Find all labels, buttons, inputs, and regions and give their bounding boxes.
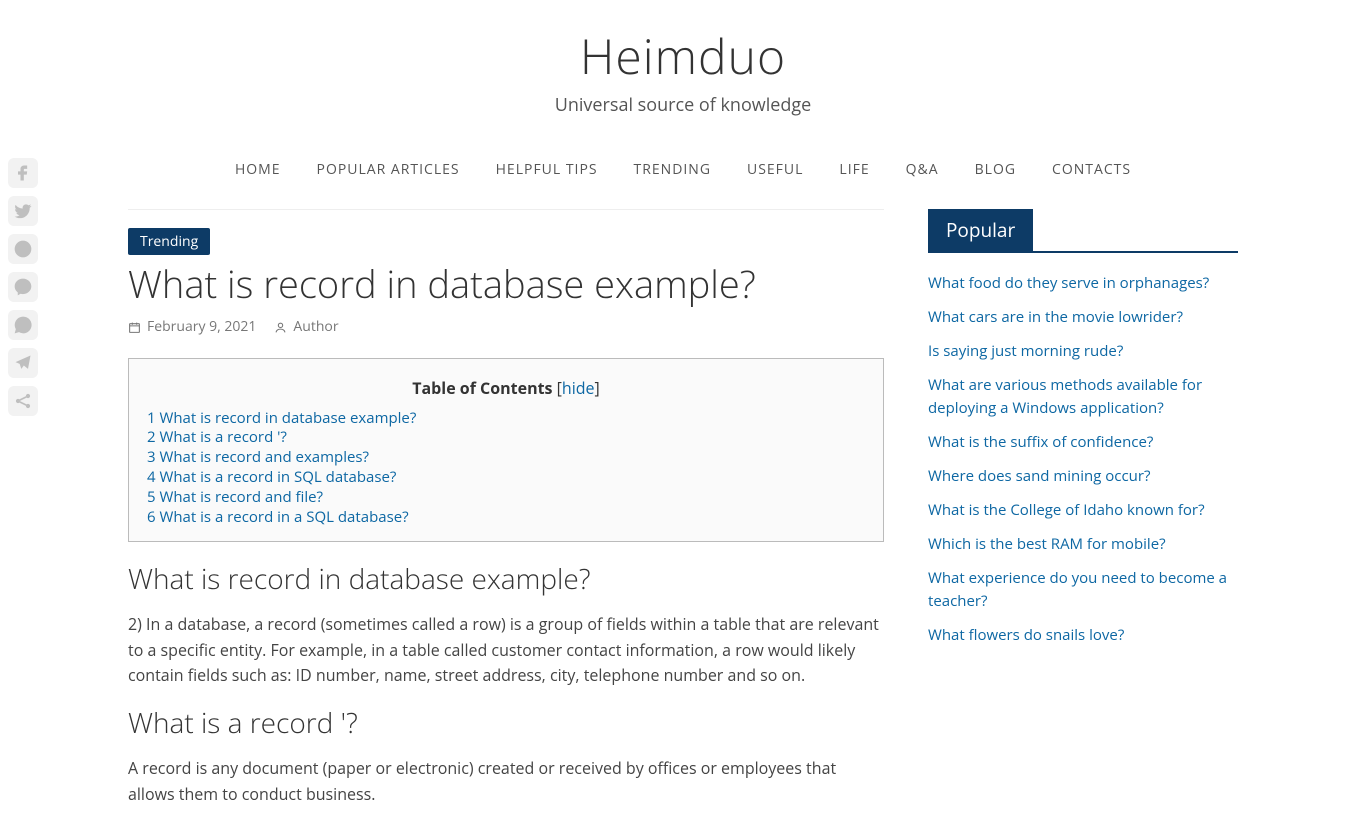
- nav-item[interactable]: BLOG: [975, 160, 1016, 179]
- popular-link[interactable]: What are various methods available for d…: [928, 375, 1202, 418]
- site-title[interactable]: Heimduo: [128, 24, 1238, 89]
- main-nav: HOME POPULAR ARTICLES HELPFUL TIPS TRENDING…: [128, 129, 1238, 209]
- popular-widget-title: Popular: [928, 209, 1033, 251]
- nav-item[interactable]: Q&A: [906, 160, 939, 179]
- article-meta: February 9, 2021 Author: [128, 317, 884, 336]
- messenger-icon[interactable]: [8, 272, 38, 302]
- list-item: What flowers do snails love?: [928, 623, 1238, 646]
- list-item: What experience do you need to become a …: [928, 566, 1238, 612]
- toc-item[interactable]: 1 What is record in database example?: [147, 409, 865, 429]
- facebook-icon[interactable]: [8, 158, 38, 188]
- toc-item[interactable]: 4 What is a record in SQL database?: [147, 468, 865, 488]
- section-heading: What is a record '?: [128, 704, 884, 742]
- nav-item[interactable]: TRENDING: [634, 160, 711, 179]
- toc-label: Table of Contents: [412, 377, 552, 399]
- nav-item[interactable]: USEFUL: [747, 160, 803, 179]
- site-tagline: Universal source of knowledge: [128, 93, 1238, 117]
- share-icon[interactable]: [8, 386, 38, 416]
- whatsapp-icon[interactable]: [8, 310, 38, 340]
- calendar-icon: [128, 320, 141, 333]
- list-item: What cars are in the movie lowrider?: [928, 305, 1238, 328]
- toc-bracket: ]: [595, 377, 600, 399]
- nav-item[interactable]: HELPFUL TIPS: [496, 160, 598, 179]
- nav-item[interactable]: CONTACTS: [1052, 160, 1131, 179]
- popular-link[interactable]: What experience do you need to become a …: [928, 568, 1227, 611]
- toc-item[interactable]: 2 What is a record '?: [147, 428, 865, 448]
- list-item: What food do they serve in orphanages?: [928, 271, 1238, 294]
- toc-item[interactable]: 3 What is record and examples?: [147, 448, 865, 468]
- article-content: Trending What is record in database exam…: [128, 209, 884, 819]
- section-heading: What is record in database example?: [128, 560, 884, 598]
- table-of-contents: Table of Contents [hide] 1 What is recor…: [128, 358, 884, 543]
- popular-link[interactable]: What is the suffix of confidence?: [928, 432, 1153, 452]
- list-item: What is the College of Idaho known for?: [928, 498, 1238, 521]
- list-item: What are various methods available for d…: [928, 373, 1238, 419]
- toc-item[interactable]: 6 What is a record in a SQL database?: [147, 508, 865, 528]
- nav-item[interactable]: HOME: [235, 160, 281, 179]
- widget-title-wrap: Popular: [928, 209, 1238, 253]
- popular-link[interactable]: What cars are in the movie lowrider?: [928, 307, 1183, 327]
- toc-header: Table of Contents [hide]: [147, 377, 865, 399]
- popular-link[interactable]: What is the College of Idaho known for?: [928, 500, 1205, 520]
- sidebar: Popular What food do they serve in orpha…: [928, 209, 1238, 657]
- meta-author[interactable]: Author: [274, 317, 338, 336]
- list-item: What is the suffix of confidence?: [928, 430, 1238, 453]
- twitter-icon[interactable]: [8, 196, 38, 226]
- toc-item[interactable]: 5 What is record and file?: [147, 488, 865, 508]
- section-body: 2) In a database, a record (sometimes ca…: [128, 612, 884, 688]
- popular-link[interactable]: Which is the best RAM for mobile?: [928, 534, 1166, 554]
- meta-date[interactable]: February 9, 2021: [128, 317, 256, 336]
- list-item: Where does sand mining occur?: [928, 464, 1238, 487]
- author-text: Author: [293, 317, 338, 336]
- popular-link[interactable]: Where does sand mining occur?: [928, 466, 1150, 486]
- reddit-icon[interactable]: [8, 234, 38, 264]
- user-icon: [274, 320, 287, 333]
- list-item: Is saying just morning rude?: [928, 339, 1238, 362]
- toc-hide-link[interactable]: hide: [562, 377, 595, 399]
- nav-item[interactable]: LIFE: [839, 160, 869, 179]
- category-badge[interactable]: Trending: [128, 228, 210, 255]
- list-item: Which is the best RAM for mobile?: [928, 532, 1238, 555]
- article-title: What is record in database example?: [128, 263, 884, 307]
- site-header: Heimduo Universal source of knowledge: [128, 0, 1238, 129]
- popular-link[interactable]: What flowers do snails love?: [928, 625, 1124, 645]
- section-body: A record is any document (paper or elect…: [128, 756, 884, 807]
- share-rail: [8, 158, 38, 416]
- popular-link[interactable]: Is saying just morning rude?: [928, 341, 1123, 361]
- date-text: February 9, 2021: [147, 317, 256, 336]
- telegram-icon[interactable]: [8, 348, 38, 378]
- nav-item[interactable]: POPULAR ARTICLES: [317, 160, 460, 179]
- popular-link[interactable]: What food do they serve in orphanages?: [928, 273, 1209, 293]
